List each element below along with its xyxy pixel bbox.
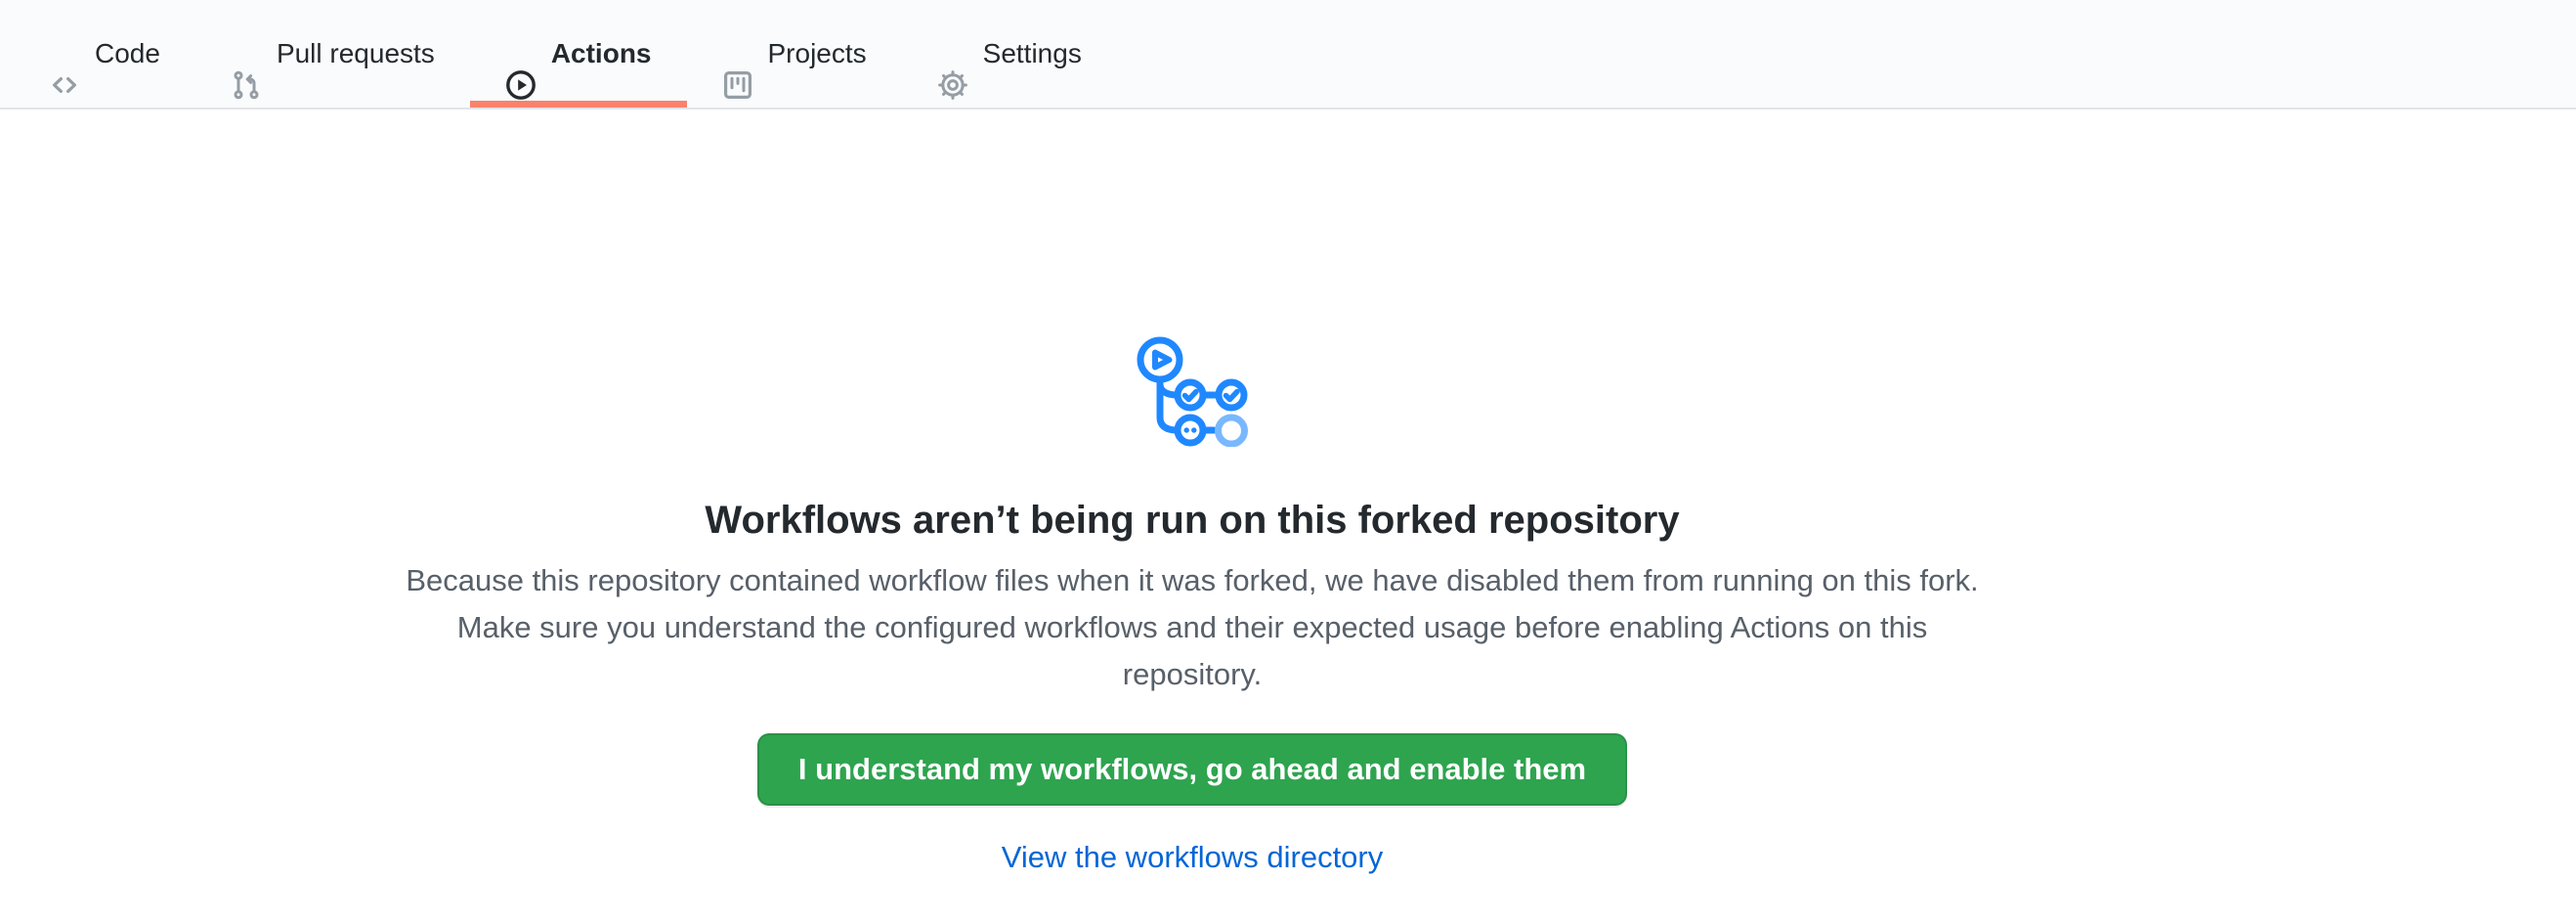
tab-label: Settings <box>983 0 1082 108</box>
tab-pull-requests[interactable]: Pull requests <box>195 0 470 108</box>
git-pull-request-icon <box>231 38 262 69</box>
page-description: Because this repository contained workfl… <box>406 557 1979 698</box>
tab-projects[interactable]: Projects <box>687 0 902 108</box>
tab-label: Code <box>95 0 160 108</box>
view-workflows-directory-link[interactable]: View the workflows directory <box>1002 840 1384 874</box>
code-icon <box>49 38 80 69</box>
enable-workflows-button[interactable]: I understand my workflows, go ahead and … <box>757 733 1627 806</box>
tab-label: Projects <box>768 0 867 108</box>
play-icon <box>505 38 537 69</box>
gear-icon <box>937 38 968 69</box>
actions-disabled-blankslate: Workflows aren’t being run on this forke… <box>0 110 2384 875</box>
page-title: Workflows aren’t being run on this forke… <box>0 497 2384 544</box>
tab-label: Actions <box>551 0 652 108</box>
repo-tab-nav: Code Pull requests Actions <box>0 0 2576 110</box>
workflow-graph-icon <box>1134 330 1251 447</box>
tab-actions[interactable]: Actions <box>470 0 687 108</box>
workflows-link-row: View the workflows directory <box>0 840 2384 875</box>
enable-button-row: I understand my workflows, go ahead and … <box>0 698 2384 806</box>
tab-code[interactable]: Code <box>14 0 195 108</box>
tab-settings[interactable]: Settings <box>902 0 1117 108</box>
project-icon <box>722 38 753 69</box>
tab-label: Pull requests <box>277 0 435 108</box>
